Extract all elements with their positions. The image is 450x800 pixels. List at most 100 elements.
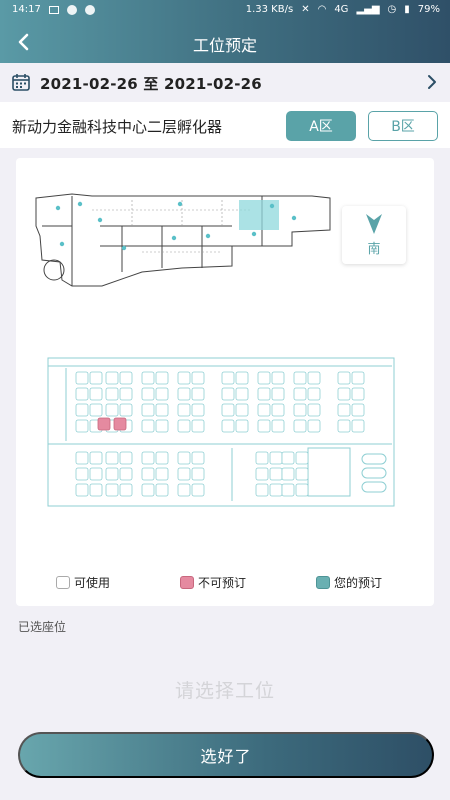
desk-seat[interactable] xyxy=(293,371,307,385)
desk-seat[interactable] xyxy=(105,403,119,417)
desk-seat[interactable] xyxy=(141,467,155,481)
desk-seat[interactable] xyxy=(255,467,269,481)
desk-seat[interactable] xyxy=(141,419,155,433)
desk-seat[interactable] xyxy=(307,387,321,401)
desk-seat[interactable] xyxy=(177,371,191,385)
desk-seat[interactable] xyxy=(177,403,191,417)
desk-seat[interactable] xyxy=(191,467,205,481)
desk-seat[interactable] xyxy=(255,451,269,465)
desk-seat[interactable] xyxy=(281,483,295,497)
desk-seat[interactable] xyxy=(337,419,351,433)
desk-seat[interactable] xyxy=(281,467,295,481)
desk-seat[interactable] xyxy=(105,483,119,497)
desk-seat[interactable] xyxy=(113,417,127,431)
desk-seat[interactable] xyxy=(191,371,205,385)
desk-seat[interactable] xyxy=(271,403,285,417)
desk-seat[interactable] xyxy=(119,387,133,401)
desk-seat[interactable] xyxy=(295,483,309,497)
desk-seat[interactable] xyxy=(177,483,191,497)
desk-seat[interactable] xyxy=(293,387,307,401)
desk-seat[interactable] xyxy=(221,403,235,417)
desk-seat[interactable] xyxy=(105,467,119,481)
desk-seat[interactable] xyxy=(89,467,103,481)
desk-seat[interactable] xyxy=(351,419,365,433)
confirm-button[interactable]: 选好了 xyxy=(18,732,434,778)
desk-seat[interactable] xyxy=(119,467,133,481)
desk-seat[interactable] xyxy=(155,419,169,433)
desk-seat[interactable] xyxy=(75,387,89,401)
desk-seat[interactable] xyxy=(293,419,307,433)
desk-seat[interactable] xyxy=(177,467,191,481)
date-range-bar[interactable]: 2021-02-26 至 2021-02-26 xyxy=(0,63,450,101)
desk-seat[interactable] xyxy=(269,451,283,465)
desk-seat[interactable] xyxy=(271,371,285,385)
floor-overview-map[interactable] xyxy=(32,186,332,296)
desk-seat[interactable] xyxy=(75,451,89,465)
desk-seat[interactable] xyxy=(177,387,191,401)
desk-seat[interactable] xyxy=(235,403,249,417)
desk-seat[interactable] xyxy=(351,371,365,385)
desk-seat[interactable] xyxy=(235,371,249,385)
desk-seat[interactable] xyxy=(119,403,133,417)
desk-seat[interactable] xyxy=(89,387,103,401)
chevron-right-icon[interactable] xyxy=(422,72,442,92)
desk-seat[interactable] xyxy=(141,451,155,465)
desk-seat[interactable] xyxy=(141,371,155,385)
desk-seat[interactable] xyxy=(295,467,309,481)
desk-seat[interactable] xyxy=(257,419,271,433)
desk-seat[interactable] xyxy=(337,403,351,417)
desk-seat[interactable] xyxy=(119,483,133,497)
desk-seat[interactable] xyxy=(105,387,119,401)
desk-seat[interactable] xyxy=(191,451,205,465)
desk-seat[interactable] xyxy=(155,483,169,497)
desk-seat[interactable] xyxy=(155,451,169,465)
desk-seat[interactable] xyxy=(221,387,235,401)
desk-seat[interactable] xyxy=(235,387,249,401)
desk-seat[interactable] xyxy=(105,451,119,465)
desk-seat[interactable] xyxy=(89,371,103,385)
desk-seat[interactable] xyxy=(351,387,365,401)
seat-map[interactable] xyxy=(46,356,396,508)
desk-seat[interactable] xyxy=(307,403,321,417)
desk-seat[interactable] xyxy=(271,387,285,401)
desk-seat[interactable] xyxy=(105,371,119,385)
desk-seat[interactable] xyxy=(307,371,321,385)
desk-seat[interactable] xyxy=(141,387,155,401)
desk-seat[interactable] xyxy=(141,403,155,417)
desk-seat[interactable] xyxy=(155,371,169,385)
desk-seat[interactable] xyxy=(221,419,235,433)
desk-seat[interactable] xyxy=(295,451,309,465)
desk-seat[interactable] xyxy=(337,371,351,385)
zone-a-button[interactable]: A区 xyxy=(286,111,356,141)
desk-seat[interactable] xyxy=(177,419,191,433)
desk-seat[interactable] xyxy=(221,371,235,385)
desk-seat[interactable] xyxy=(257,403,271,417)
desk-seat[interactable] xyxy=(155,467,169,481)
desk-seat[interactable] xyxy=(75,403,89,417)
desk-seat[interactable] xyxy=(141,483,155,497)
desk-seat[interactable] xyxy=(271,419,285,433)
desk-seat[interactable] xyxy=(281,451,295,465)
desk-seat[interactable] xyxy=(89,403,103,417)
desk-seat[interactable] xyxy=(293,403,307,417)
desk-seat[interactable] xyxy=(255,483,269,497)
desk-seat[interactable] xyxy=(269,467,283,481)
desk-seat[interactable] xyxy=(119,451,133,465)
desk-seat[interactable] xyxy=(351,403,365,417)
desk-seat[interactable] xyxy=(235,419,249,433)
desk-seat[interactable] xyxy=(89,483,103,497)
desk-seat[interactable] xyxy=(257,387,271,401)
desk-seat[interactable] xyxy=(75,371,89,385)
desk-seat[interactable] xyxy=(307,419,321,433)
desk-seat[interactable] xyxy=(155,387,169,401)
desk-seat[interactable] xyxy=(75,419,89,433)
desk-seat[interactable] xyxy=(191,419,205,433)
desk-seat[interactable] xyxy=(191,403,205,417)
desk-seat[interactable] xyxy=(97,417,111,431)
desk-seat[interactable] xyxy=(155,403,169,417)
desk-seat[interactable] xyxy=(119,371,133,385)
desk-seat[interactable] xyxy=(257,371,271,385)
desk-seat[interactable] xyxy=(269,483,283,497)
zone-b-button[interactable]: B区 xyxy=(368,111,438,141)
desk-seat[interactable] xyxy=(89,451,103,465)
